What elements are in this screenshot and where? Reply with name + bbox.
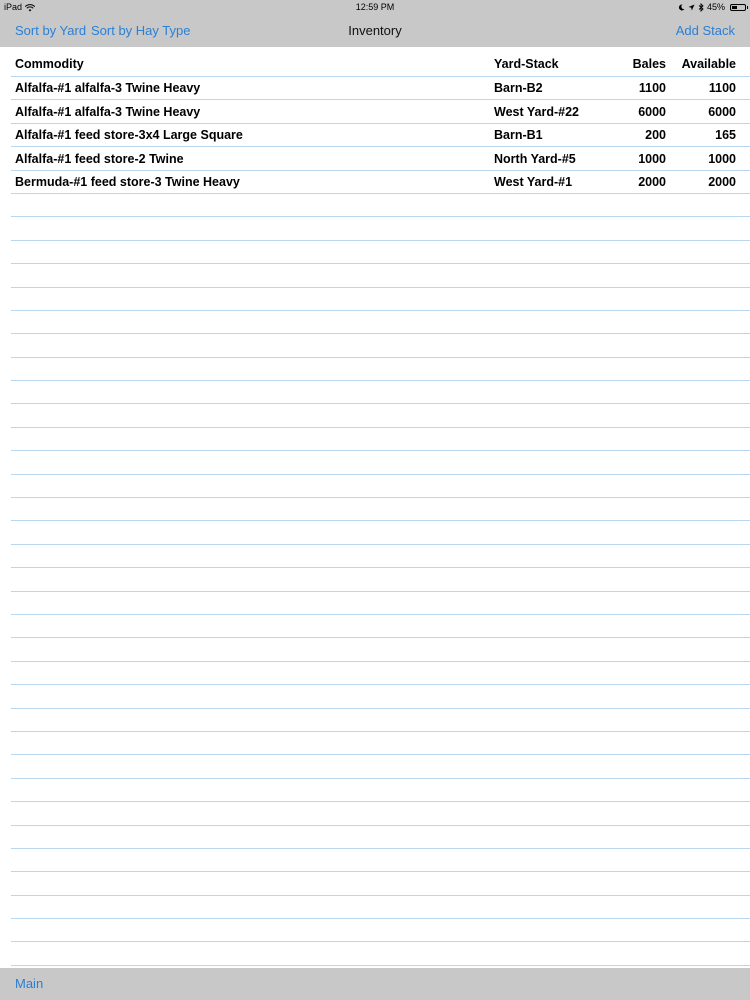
empty-row xyxy=(11,568,750,592)
table-row[interactable]: Bermuda-#1 feed store-3 Twine Heavy West … xyxy=(11,171,750,194)
column-header-commodity[interactable]: Commodity xyxy=(15,57,84,71)
cell-yard-stack: Barn-B1 xyxy=(494,128,543,143)
empty-row xyxy=(11,826,750,849)
empty-row xyxy=(11,755,750,779)
empty-row xyxy=(11,966,750,967)
cell-commodity: Alfalfa-#1 feed store-2 Twine xyxy=(15,151,184,166)
empty-row xyxy=(11,942,750,966)
empty-row xyxy=(11,498,750,522)
empty-row xyxy=(11,685,750,709)
cell-bales: 1100 xyxy=(638,81,666,96)
empty-row xyxy=(11,896,750,920)
column-header-bales[interactable]: Bales xyxy=(633,57,666,71)
cell-yard-stack: Barn-B2 xyxy=(494,81,543,96)
empty-row xyxy=(11,849,750,873)
empty-row xyxy=(11,217,750,241)
empty-row xyxy=(11,592,750,615)
cell-commodity: Alfalfa-#1 feed store-3x4 Large Square xyxy=(15,128,243,143)
cell-yard-stack: West Yard-#22 xyxy=(494,104,580,119)
empty-row xyxy=(11,475,750,499)
cell-available: 1100 xyxy=(708,81,736,96)
main-button[interactable]: Main xyxy=(15,968,43,1000)
cell-yard-stack: West Yard-#1 xyxy=(494,174,573,189)
status-right: 45% xyxy=(678,0,748,15)
location-icon xyxy=(688,4,695,11)
cell-available: 2000 xyxy=(708,174,736,189)
empty-row xyxy=(11,615,750,639)
empty-row xyxy=(11,311,750,335)
status-time: 12:59 PM xyxy=(355,2,395,12)
battery-icon xyxy=(730,4,748,11)
empty-row xyxy=(11,779,750,803)
table-row[interactable]: Alfalfa-#1 alfalfa-3 Twine Heavy West Yar… xyxy=(11,100,750,124)
column-header-yard-stack[interactable]: Yard-Stack xyxy=(494,57,559,71)
empty-row xyxy=(11,194,750,218)
bottom-toolbar: Main xyxy=(0,968,750,1000)
table-row[interactable]: Alfalfa-#1 feed store-2 Twine North Yard-… xyxy=(11,147,750,171)
column-header-available[interactable]: Available xyxy=(682,57,736,71)
cell-available: 6000 xyxy=(708,104,736,119)
status-bar: iPad 12:59 PM 45% xyxy=(0,0,750,15)
cell-bales: 1000 xyxy=(638,151,666,166)
battery-fill xyxy=(732,6,737,9)
page-title: Inventory xyxy=(348,23,402,38)
cell-available: 1000 xyxy=(708,151,736,166)
screen: iPad 12:59 PM 45% Sort by Yard Sort by H… xyxy=(0,0,750,1000)
empty-row xyxy=(11,358,750,382)
cell-bales: 2000 xyxy=(638,174,666,189)
empty-row xyxy=(11,404,750,428)
cell-available: 165 xyxy=(715,128,736,143)
empty-row xyxy=(11,638,750,662)
nav-bar: Sort by Yard Sort by Hay Type Inventory … xyxy=(0,15,750,47)
add-stack-button[interactable]: Add Stack xyxy=(676,15,735,47)
empty-row xyxy=(11,709,750,732)
table-header: Commodity Yard-Stack Bales Available xyxy=(11,47,750,77)
empty-row xyxy=(11,428,750,452)
cell-bales: 200 xyxy=(645,128,666,143)
empty-row xyxy=(11,241,750,265)
cell-bales: 6000 xyxy=(638,104,666,119)
empty-row xyxy=(11,334,750,358)
empty-row xyxy=(11,732,750,756)
empty-row xyxy=(11,545,750,569)
empty-row xyxy=(11,381,750,405)
empty-row xyxy=(11,521,750,545)
empty-row xyxy=(11,451,750,475)
cell-commodity: Bermuda-#1 feed store-3 Twine Heavy xyxy=(15,174,240,189)
battery-percent: 45% xyxy=(706,2,725,12)
empty-row xyxy=(11,264,750,288)
table-row[interactable]: Alfalfa-#1 alfalfa-3 Twine Heavy Barn-B2 1… xyxy=(11,77,750,101)
table-row[interactable]: Alfalfa-#1 feed store-3x4 Large Square Ba… xyxy=(11,124,750,148)
empty-row xyxy=(11,872,750,896)
cell-commodity: Alfalfa-#1 alfalfa-3 Twine Heavy xyxy=(15,81,201,96)
cell-commodity: Alfalfa-#1 alfalfa-3 Twine Heavy xyxy=(15,104,201,119)
empty-row xyxy=(11,802,750,826)
empty-row xyxy=(11,288,750,311)
empty-row xyxy=(11,919,750,943)
moon-icon xyxy=(678,4,685,11)
inventory-table[interactable]: Commodity Yard-Stack Bales Available Alf… xyxy=(11,47,750,967)
empty-row xyxy=(11,662,750,686)
bluetooth-icon xyxy=(698,3,704,12)
cell-yard-stack: North Yard-#5 xyxy=(494,151,576,166)
